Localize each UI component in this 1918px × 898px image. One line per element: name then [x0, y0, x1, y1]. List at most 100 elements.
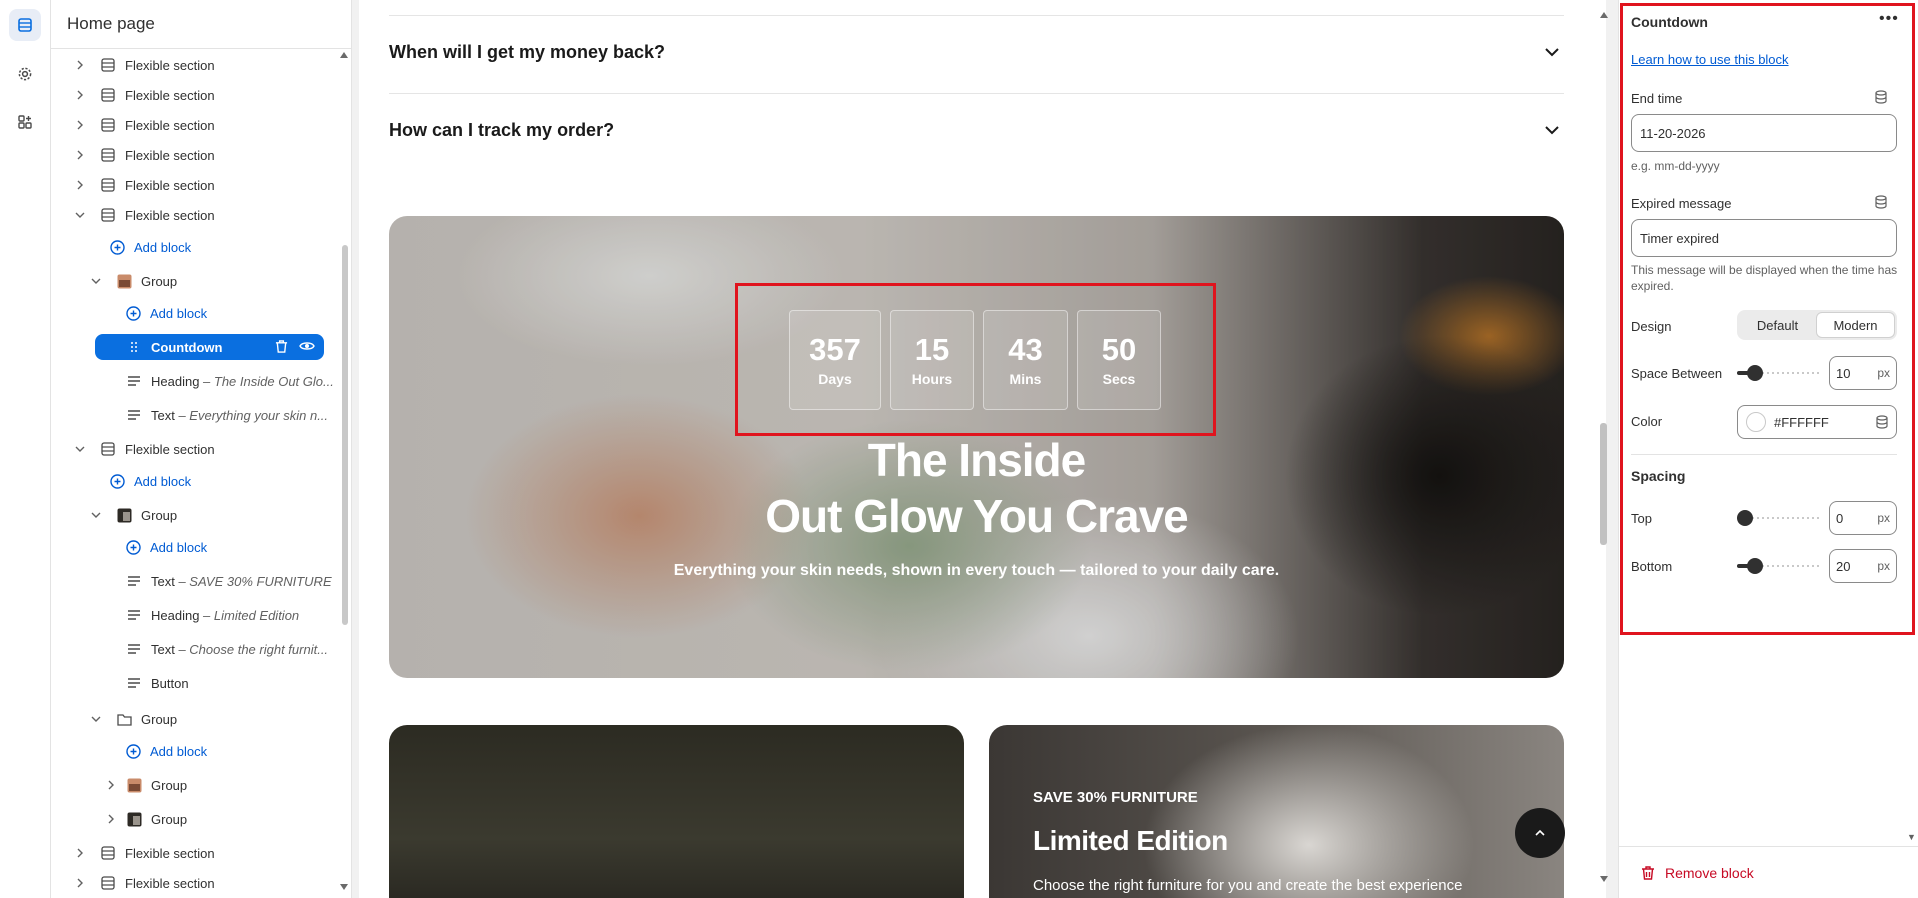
section-tree: Flexible section Flexible section Flexible… — [51, 50, 337, 898]
tree-item-name: Button — [151, 675, 189, 691]
tree-item[interactable]: Text – Everything your skin n... — [51, 402, 337, 428]
tree-item[interactable]: Text – SAVE 30% FURNITURE — [51, 568, 337, 594]
tree-item[interactable]: Flexible section — [51, 172, 337, 198]
hero-heading[interactable]: The Inside Out Glow You Crave — [389, 432, 1564, 544]
add-block-button[interactable]: Add block — [51, 234, 337, 260]
add-block-button[interactable]: Add block — [51, 468, 337, 494]
selection-highlight — [735, 283, 1216, 436]
chevron-down-icon[interactable] — [88, 511, 104, 519]
section-icon — [99, 207, 117, 223]
plus-circle-icon — [108, 239, 126, 255]
hero-heading-line: Out Glow You Crave — [765, 490, 1188, 542]
sidebar-scroll-thumb[interactable] — [342, 245, 348, 625]
add-block-button[interactable]: Add block — [51, 300, 337, 326]
apps-icon[interactable] — [9, 106, 41, 138]
tree-item[interactable]: Flexible section — [51, 436, 337, 462]
chevron-right-icon[interactable] — [72, 120, 88, 130]
chevron-down-icon[interactable] — [88, 715, 104, 723]
preview-scroll-thumb[interactable] — [1600, 423, 1607, 545]
card-title[interactable]: Limited Edition — [1033, 825, 1228, 857]
faq-question[interactable]: When will I get my money back? — [389, 42, 665, 63]
theme-preview: When will I get my money back? How can I… — [359, 0, 1606, 898]
chevron-right-icon[interactable] — [72, 90, 88, 100]
chevron-right-icon[interactable] — [103, 780, 119, 790]
tree-item[interactable]: Button — [51, 670, 337, 696]
card-body[interactable]: Choose the right furniture for you and c… — [1033, 877, 1462, 894]
tree-item-selected[interactable]: Countdown — [95, 334, 324, 360]
tree-item[interactable]: Flexible section — [51, 112, 337, 138]
drag-handle-icon — [125, 339, 143, 355]
tree-item-name: Group — [141, 507, 178, 523]
plus-circle-icon — [124, 305, 142, 321]
tree-item-label: Add block — [150, 306, 207, 321]
chevron-right-icon[interactable] — [72, 150, 88, 160]
section-icon — [99, 177, 117, 193]
chevron-right-icon[interactable] — [72, 180, 88, 190]
chevron-right-icon[interactable] — [72, 848, 88, 858]
chevron-right-icon[interactable] — [72, 878, 88, 888]
tree-item[interactable]: Flexible section — [51, 840, 337, 866]
hero-heading-line: The Inside — [867, 434, 1086, 486]
chevron-down-icon[interactable] — [1544, 125, 1560, 135]
section-icon — [99, 147, 117, 163]
sections-sidebar: Home page Flexible section Flexible secti… — [51, 0, 352, 898]
eye-icon[interactable] — [299, 340, 315, 355]
tree-item-label: Flexible section — [125, 208, 215, 223]
tree-item-label: Add block — [134, 240, 191, 255]
tree-item[interactable]: Text – Choose the right furnit... — [51, 636, 337, 662]
sections-icon[interactable] — [9, 9, 41, 41]
section-icon — [99, 87, 117, 103]
preview-scrollbar[interactable] — [1598, 0, 1610, 898]
tree-item-label: Group — [141, 712, 177, 727]
tree-item[interactable]: Flexible section — [51, 870, 337, 896]
tree-item[interactable]: Heading – Limited Edition — [51, 602, 337, 628]
tree-item[interactable]: Group — [51, 268, 337, 294]
tree-item-name: Add block — [150, 305, 208, 321]
tree-item-label: Flexible section — [125, 88, 215, 103]
chevron-right-icon[interactable] — [103, 814, 119, 824]
add-block-button[interactable]: Add block — [51, 738, 337, 764]
chevron-down-icon[interactable] — [88, 277, 104, 285]
tree-item-label: Countdown — [151, 340, 222, 355]
tree-item-label: Heading – Limited Edition — [151, 608, 299, 623]
chevron-right-icon[interactable] — [72, 60, 88, 70]
tree-item-detail: – Choose the right furnit... — [174, 641, 329, 657]
tree-item[interactable]: Group — [51, 502, 337, 528]
divider — [51, 48, 351, 49]
tree-item[interactable]: Group — [51, 772, 337, 798]
hero-subtext[interactable]: Everything your skin needs, shown in eve… — [389, 562, 1564, 580]
panel-scroll-down-icon[interactable]: ▼ — [1907, 832, 1916, 842]
tree-item[interactable]: Flexible section — [51, 82, 337, 108]
card-eyebrow[interactable]: SAVE 30% FURNITURE — [1033, 789, 1198, 806]
chevron-down-icon[interactable] — [72, 445, 88, 453]
sidebar-scrollbar[interactable] — [338, 50, 350, 898]
tree-item[interactable]: Group — [51, 706, 337, 732]
text-lines-icon — [125, 373, 143, 389]
tree-item-label: Add block — [150, 744, 207, 759]
tree-item-name: Text — [151, 573, 175, 589]
trash-icon[interactable] — [275, 339, 288, 357]
remove-block-button[interactable]: Remove block — [1641, 865, 1754, 881]
tree-item-name: Heading — [151, 373, 200, 389]
tree-item-label: Add block — [150, 540, 207, 555]
tree-item-label: Group — [141, 274, 177, 289]
tree-item-label: Text – SAVE 30% FURNITURE — [151, 574, 332, 589]
tree-item[interactable]: Flexible section — [51, 202, 337, 228]
faq-question[interactable]: How can I track my order? — [389, 120, 614, 141]
tree-item-name: Add block — [134, 239, 192, 255]
text-lines-icon — [125, 573, 143, 589]
tree-item[interactable]: Group — [51, 806, 337, 832]
tree-item-name: Text — [151, 407, 175, 423]
tree-item-name: Add block — [134, 473, 192, 489]
chevron-down-icon[interactable] — [1544, 47, 1560, 57]
gear-icon[interactable] — [9, 58, 41, 90]
tree-item-name: Flexible section — [125, 441, 215, 457]
tree-item[interactable]: Heading – The Inside Out Glo... — [51, 368, 337, 394]
add-block-button[interactable]: Add block — [51, 534, 337, 560]
promo-card-image — [389, 725, 964, 898]
tree-item[interactable]: Flexible section — [51, 52, 337, 78]
chevron-down-icon[interactable] — [72, 211, 88, 219]
tree-item-name: Group — [151, 811, 188, 827]
tree-item[interactable]: Flexible section — [51, 142, 337, 168]
scroll-to-top-button[interactable] — [1515, 808, 1565, 858]
